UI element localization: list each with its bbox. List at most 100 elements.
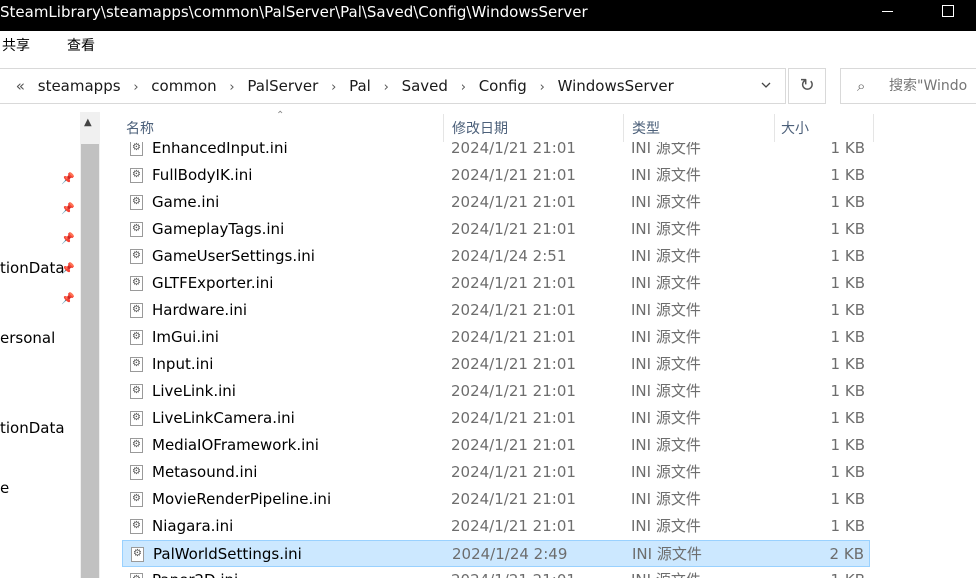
file-size: 1 KB	[830, 382, 865, 400]
file-row[interactable]: ⚙ Input.ini 2024/1/21 21:01 INI 源文件 1 KB	[122, 351, 870, 378]
file-name: Input.ini	[152, 355, 214, 373]
ini-file-icon: ⚙	[130, 249, 143, 264]
file-row[interactable]: ⚙ MediaIOFramework.ini 2024/1/21 21:01 INI …	[122, 432, 870, 459]
refresh-icon: ↻	[799, 75, 815, 96]
file-date: 2024/1/24 2:49	[452, 545, 568, 563]
tab-view[interactable]: 查看	[67, 37, 95, 55]
breadcrumb-saved[interactable]: Saved	[402, 77, 448, 95]
breadcrumb-windowsserver[interactable]: WindowsServer	[558, 77, 674, 95]
file-row[interactable]: ⚙ Niagara.ini 2024/1/21 21:01 INI 源文件 1 KB	[122, 513, 870, 540]
file-name: GameplayTags.ini	[152, 220, 285, 238]
search-box[interactable]: ⌕	[840, 68, 976, 104]
file-row[interactable]: ⚙ LiveLink.ini 2024/1/21 21:01 INI 源文件 1 KB	[122, 378, 870, 405]
file-row[interactable]: ⚙ GLTFExporter.ini 2024/1/21 21:01 INI 源文件 1…	[122, 270, 870, 297]
file-row[interactable]: ⚙ MovieRenderPipeline.ini 2024/1/21 21:01 I…	[122, 486, 870, 513]
breadcrumb-overflow[interactable]: «	[16, 77, 25, 95]
file-row[interactable]: ⚙ Metasound.ini 2024/1/21 21:01 INI 源文件 1 KB	[122, 459, 870, 486]
minimize-button[interactable]	[866, 0, 906, 24]
breadcrumb-config[interactable]: Config	[479, 77, 527, 95]
file-name: FullBodyIK.ini	[152, 166, 253, 184]
column-date[interactable]: 修改日期	[452, 112, 508, 142]
file-date: 2024/1/21 21:01	[451, 567, 576, 578]
breadcrumb-common[interactable]: common	[151, 77, 216, 95]
nav-item[interactable]: ersonal	[0, 328, 55, 348]
nav-item[interactable]: e	[0, 478, 9, 498]
file-type: INI 源文件	[631, 567, 701, 578]
ini-file-icon: ⚙	[130, 519, 143, 534]
file-row[interactable]: ⚙ Game.ini 2024/1/21 21:01 INI 源文件 1 KB	[122, 189, 870, 216]
pin-icon: 📌	[61, 172, 75, 185]
file-name: GameUserSettings.ini	[152, 247, 315, 265]
column-name[interactable]: 名称	[126, 112, 154, 142]
file-size: 1 KB	[830, 355, 865, 373]
breadcrumb-palserver[interactable]: PalServer	[247, 77, 318, 95]
file-date: 2024/1/24 2:51	[451, 247, 567, 265]
file-row[interactable]: ⚙ FullBodyIK.ini 2024/1/21 21:01 INI 源文件 1 K…	[122, 162, 870, 189]
file-row[interactable]: ⚙ ImGui.ini 2024/1/21 21:01 INI 源文件 1 KB	[122, 324, 870, 351]
nav-item[interactable]: tionData	[0, 258, 65, 278]
chevron-right-icon[interactable]: ›	[384, 80, 389, 95]
column-size[interactable]: 大小	[781, 112, 809, 142]
file-type: INI 源文件	[631, 247, 701, 265]
file-size: 1 KB	[830, 328, 865, 346]
file-name: Hardware.ini	[152, 301, 248, 319]
file-name: ImGui.ini	[152, 328, 219, 346]
maximize-button[interactable]	[926, 0, 966, 24]
file-date: 2024/1/21 21:01	[451, 490, 576, 508]
ini-file-icon: ⚙	[130, 357, 143, 372]
chevron-right-icon[interactable]: ›	[540, 80, 545, 95]
scrollbar-thumb[interactable]	[81, 144, 99, 578]
tab-share[interactable]: 共享	[2, 37, 30, 55]
chevron-right-icon[interactable]: ›	[461, 80, 466, 95]
ini-file-icon: ⚙	[131, 547, 144, 562]
file-row[interactable]: ⚙ Paper2D.ini 2024/1/21 21:01 INI 源文件 1 KB	[122, 567, 870, 578]
file-date: 2024/1/21 21:01	[451, 436, 576, 454]
file-date: 2024/1/21 21:01	[451, 409, 576, 427]
file-size: 1 KB	[830, 142, 865, 157]
file-name: MediaIOFramework.ini	[152, 436, 319, 454]
column-type[interactable]: 类型	[632, 112, 660, 142]
nav-item[interactable]: tionData	[0, 418, 65, 438]
column-divider[interactable]	[873, 114, 874, 142]
column-divider[interactable]	[623, 114, 624, 142]
file-size: 1 KB	[830, 490, 865, 508]
scroll-up-icon[interactable]: ▲	[84, 118, 92, 128]
file-name: GLTFExporter.ini	[152, 274, 274, 292]
ini-file-icon: ⚙	[130, 330, 143, 345]
address-bar[interactable]: « steamapps › common › PalServer › Pal ›…	[0, 68, 786, 104]
file-type: INI 源文件	[631, 274, 701, 292]
file-size: 2 KB	[829, 545, 864, 563]
ini-file-icon: ⚙	[130, 195, 143, 210]
ini-file-icon: ⚙	[130, 303, 143, 318]
nav-scrollbar[interactable]: ▲	[80, 112, 100, 578]
file-type: INI 源文件	[631, 490, 701, 508]
pin-icon: 📌	[61, 202, 75, 215]
file-date: 2024/1/21 21:01	[451, 220, 576, 238]
pin-icon: 📌	[61, 292, 75, 305]
chevron-right-icon[interactable]: ›	[229, 80, 234, 95]
refresh-button[interactable]: ↻	[788, 68, 826, 104]
file-size: 1 KB	[830, 166, 865, 184]
breadcrumb-pal[interactable]: Pal	[349, 77, 371, 95]
file-row[interactable]: ⚙ LiveLinkCamera.ini 2024/1/21 21:01 INI 源文…	[122, 405, 870, 432]
ini-file-icon: ⚙	[130, 573, 143, 578]
file-name: PalWorldSettings.ini	[153, 545, 302, 563]
file-type: INI 源文件	[631, 142, 701, 157]
file-row[interactable]: ⚙ EnhancedInput.ini 2024/1/21 21:01 INI 源文件…	[122, 142, 870, 162]
chevron-right-icon[interactable]: ›	[331, 80, 336, 95]
file-date: 2024/1/21 21:01	[451, 355, 576, 373]
breadcrumb: « steamapps › common › PalServer › Pal ›…	[1, 69, 674, 103]
file-row[interactable]: ⚙ GameUserSettings.ini 2024/1/24 2:51 INI 源…	[122, 243, 870, 270]
chevron-down-icon[interactable]	[761, 80, 771, 90]
file-row[interactable]: ⚙ Hardware.ini 2024/1/21 21:01 INI 源文件 1 KB	[122, 297, 870, 324]
chevron-right-icon[interactable]: ›	[133, 80, 138, 95]
column-divider[interactable]	[774, 114, 775, 142]
file-size: 1 KB	[831, 567, 865, 578]
breadcrumb-steamapps[interactable]: steamapps	[38, 77, 121, 95]
column-header: ⌃ 名称 修改日期 类型 大小	[100, 110, 976, 142]
file-row[interactable]: ⚙ GameplayTags.ini 2024/1/21 21:01 INI 源文件 1…	[122, 216, 870, 243]
file-type: INI 源文件	[631, 301, 701, 319]
search-input[interactable]	[889, 75, 976, 97]
file-row[interactable]: ⚙ PalWorldSettings.ini 2024/1/24 2:49 INI 源…	[122, 540, 870, 567]
column-divider[interactable]	[443, 114, 444, 142]
